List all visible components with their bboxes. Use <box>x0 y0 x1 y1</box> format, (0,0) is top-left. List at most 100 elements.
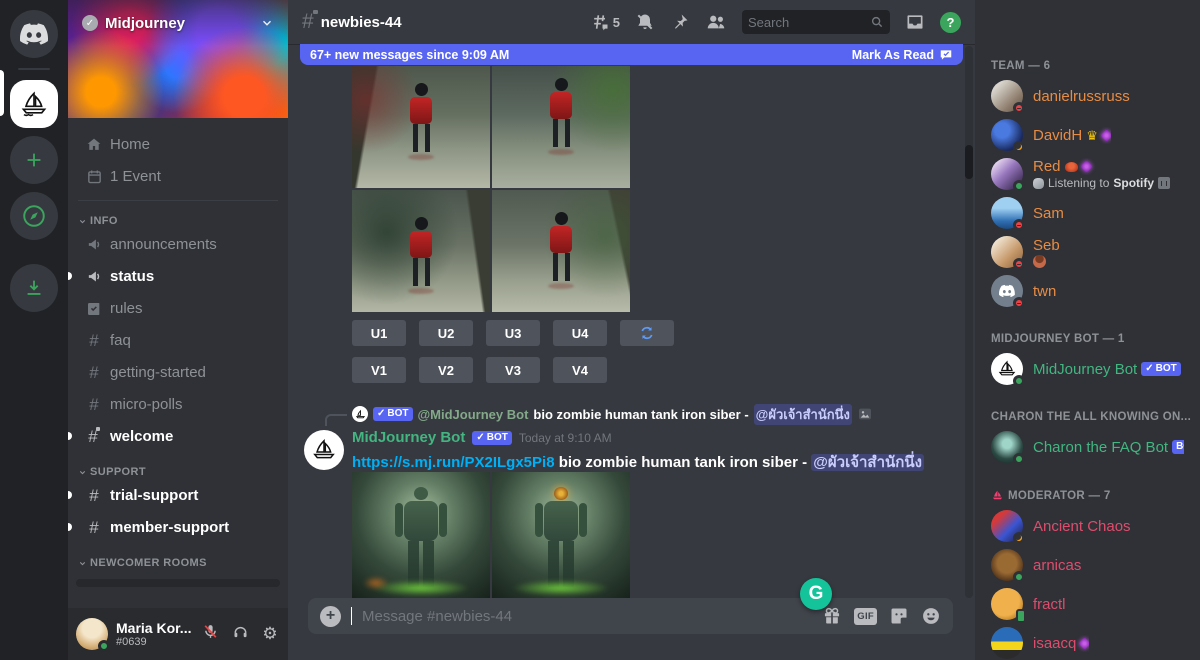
member-name: danielrussruss <box>1033 88 1130 105</box>
deafen-button[interactable] <box>230 623 250 645</box>
member-list-button[interactable] <box>705 11 727 33</box>
verified-badge-icon: ✓ <box>82 15 98 31</box>
v3-button[interactable]: V3 <box>486 357 540 383</box>
grid-image-4[interactable] <box>492 190 630 312</box>
emoji-picker-button[interactable] <box>921 606 941 626</box>
download-apps-button[interactable] <box>10 264 58 312</box>
new-messages-bar[interactable]: 67+ new messages since 9:09 AM Mark As R… <box>300 44 963 65</box>
mic-muted-button[interactable] <box>200 623 220 645</box>
member-arnicas[interactable]: arnicas <box>983 546 1192 584</box>
message-link[interactable]: https://s.mj.run/PX2ILgx5Pi8 <box>352 454 555 471</box>
channel-trial-support[interactable]: # trial-support <box>76 480 280 511</box>
member-danielrussruss[interactable]: danielrussruss <box>983 77 1192 115</box>
v4-button[interactable]: V4 <box>553 357 607 383</box>
emoji-icon <box>921 606 941 626</box>
channel-label: faq <box>110 332 131 349</box>
member-charon-faq-bot[interactable]: Charon the FAQ BotBOT <box>983 428 1192 466</box>
channel-list-scrollbar[interactable] <box>76 579 280 587</box>
member-sam[interactable]: Sam <box>983 194 1192 232</box>
user-avatar[interactable] <box>76 618 108 650</box>
member-ancient-chaos[interactable]: Ancient Chaos <box>983 507 1192 545</box>
message-input[interactable] <box>362 608 812 625</box>
new-messages-text: 67+ new messages since 9:09 AM <box>310 48 509 62</box>
zombie-image-right[interactable] <box>492 472 630 600</box>
u1-button[interactable]: U1 <box>352 320 406 346</box>
channel-getting-started[interactable]: # getting-started <box>76 357 280 388</box>
crown-emoji: ♛ <box>1086 129 1098 142</box>
megaphone-icon <box>84 268 104 285</box>
message-author[interactable]: MidJourney Bot <box>352 429 465 446</box>
member-seb[interactable]: Seb <box>983 233 1192 271</box>
help-button[interactable]: ? <box>940 12 961 33</box>
message-mention[interactable]: @ผัวเจ้าสำนักนึ่ง <box>811 454 924 471</box>
member-isaacq[interactable]: isaacq <box>983 624 1192 660</box>
discord-home-button[interactable] <box>10 10 58 58</box>
inbox-button[interactable] <box>905 12 925 32</box>
member-davidh[interactable]: DavidH♛ <box>983 116 1192 154</box>
chevron-down-icon[interactable] <box>260 16 274 30</box>
home-icon <box>84 136 104 154</box>
channel-member-support[interactable]: # member-support <box>76 512 280 543</box>
zombie-image-left[interactable] <box>352 472 490 600</box>
u2-button[interactable]: U2 <box>419 320 473 346</box>
server-header[interactable]: ✓ Midjourney <box>68 0 288 46</box>
channel-rules[interactable]: rules <box>76 293 280 324</box>
sticker-picker-button[interactable] <box>889 606 909 626</box>
chat-scrollbar-track[interactable] <box>965 46 973 598</box>
v2-button[interactable]: V2 <box>419 357 473 383</box>
reroll-button[interactable] <box>620 320 674 346</box>
explore-servers-button[interactable] <box>10 192 58 240</box>
avatar <box>991 549 1023 581</box>
mark-as-read-button[interactable]: Mark As Read <box>852 48 953 62</box>
member-fractl[interactable]: fractl <box>983 585 1192 623</box>
channel-micro-polls[interactable]: # micro-polls <box>76 389 280 420</box>
zombie-image-attachment[interactable] <box>352 472 630 600</box>
discord-logo-icon <box>20 20 48 48</box>
pinned-messages-button[interactable] <box>670 12 690 32</box>
message-check-icon <box>939 48 953 62</box>
member-name: Charon the FAQ Bot <box>1033 439 1168 456</box>
grid-image-3[interactable] <box>352 190 490 312</box>
discord-app: ✓ Midjourney Home 1 Event INFO announcem <box>0 0 1200 660</box>
section-newcomer-rooms[interactable]: NEWCOMER ROOMS <box>76 557 280 569</box>
bot-badge: ✓BOT <box>1141 362 1181 376</box>
grammarly-widget[interactable]: G <box>800 578 832 610</box>
grid-image-2[interactable] <box>492 66 630 188</box>
settings-gear-button[interactable]: ⚙ <box>260 624 280 644</box>
chat-scrollbar-thumb[interactable] <box>965 145 973 179</box>
v1-button[interactable]: V1 <box>352 357 406 383</box>
attach-file-button[interactable]: + <box>320 606 341 627</box>
ember-glow <box>363 576 389 590</box>
reply-mention[interactable]: @ผัวเจ้าสำนักนึ่ง <box>754 404 852 425</box>
channel-faq[interactable]: # faq <box>76 325 280 356</box>
member-red[interactable]: Red Listening to Spotify <box>983 155 1192 193</box>
reply-preview[interactable]: ✓BOT @MidJourney Bot bio zombie human ta… <box>352 405 873 423</box>
reply-author[interactable]: @MidJourney Bot <box>418 407 529 422</box>
gem-badge-icon <box>1100 129 1111 142</box>
threads-button[interactable]: 5 <box>590 12 620 32</box>
channel-status[interactable]: status <box>76 261 280 292</box>
channel-welcome[interactable]: # welcome <box>76 421 280 452</box>
member-twn[interactable]: twn <box>983 272 1192 310</box>
section-support[interactable]: SUPPORT <box>76 466 280 478</box>
midjourney-server-button[interactable] <box>10 80 58 128</box>
midjourney-image-grid[interactable] <box>352 66 630 312</box>
avatar <box>991 80 1023 112</box>
sidebar-item-events[interactable]: 1 Event <box>76 161 280 192</box>
u3-button[interactable]: U3 <box>486 320 540 346</box>
member-midjourney-bot[interactable]: MidJourney Bot✓BOT <box>983 350 1192 388</box>
section-info[interactable]: INFO <box>76 215 280 227</box>
search-box[interactable] <box>742 10 890 34</box>
rules-icon <box>84 301 104 317</box>
gift-button[interactable] <box>822 606 842 626</box>
notifications-muted-button[interactable] <box>635 12 655 32</box>
sidebar-item-home[interactable]: Home <box>76 129 280 160</box>
sidebar-divider <box>78 200 278 201</box>
gif-picker-button[interactable]: GIF <box>854 608 877 625</box>
grid-image-1[interactable] <box>352 66 490 188</box>
u4-button[interactable]: U4 <box>553 320 607 346</box>
add-server-button[interactable] <box>10 136 58 184</box>
message-avatar[interactable] <box>304 430 344 470</box>
channel-announcements[interactable]: announcements <box>76 229 280 260</box>
search-input[interactable] <box>748 15 866 30</box>
